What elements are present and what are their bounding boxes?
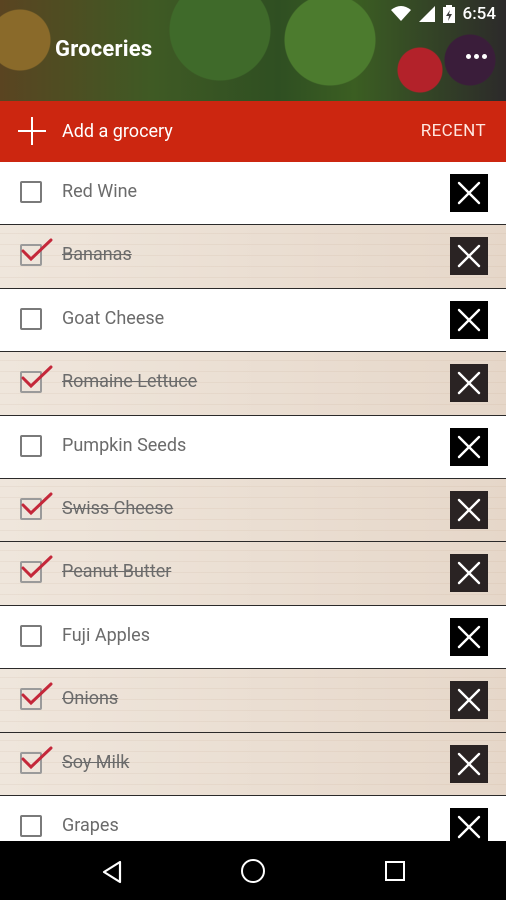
status-icons: 6:54 <box>390 4 496 24</box>
list-item[interactable]: Fuji Apples <box>0 605 506 670</box>
recent-button[interactable]: RECENT <box>421 121 486 141</box>
checkbox-icon[interactable] <box>20 624 42 647</box>
status-time: 6:54 <box>462 4 496 24</box>
delete-button[interactable] <box>450 681 488 720</box>
item-label: Onions <box>62 688 119 710</box>
close-icon <box>457 435 481 458</box>
item-label: Red Wine <box>62 181 138 202</box>
delete-button[interactable] <box>450 237 488 276</box>
item-label: Peanut Butter <box>62 561 172 583</box>
battery-icon <box>442 5 455 23</box>
checkmark-icon <box>21 555 53 579</box>
close-icon <box>457 752 481 775</box>
delete-button[interactable] <box>450 174 488 212</box>
delete-button[interactable] <box>450 300 488 339</box>
checkbox-icon[interactable] <box>20 307 42 330</box>
close-icon <box>457 688 481 712</box>
delete-button[interactable] <box>450 427 488 466</box>
item-label: Fuji Apples <box>62 624 150 646</box>
list-item[interactable]: Red Wine <box>0 162 506 226</box>
list-item[interactable]: Onions <box>0 669 506 733</box>
list-item[interactable]: Soy Milk <box>0 732 506 796</box>
wifi-icon <box>390 6 411 21</box>
delete-button[interactable] <box>450 744 488 783</box>
checkbox-icon[interactable] <box>20 181 42 203</box>
item-label: Soy Milk <box>62 751 130 773</box>
status-bar: 6:54 <box>0 0 506 30</box>
close-icon <box>457 371 481 395</box>
list-item[interactable]: Bananas <box>0 225 506 289</box>
delete-button[interactable] <box>450 364 488 403</box>
delete-button[interactable] <box>450 617 488 656</box>
close-icon <box>457 562 481 585</box>
overflow-menu-icon[interactable] <box>466 50 488 62</box>
list-item[interactable]: Goat Cheese <box>0 288 506 353</box>
plus-icon[interactable] <box>18 117 46 145</box>
signal-icon <box>418 6 435 22</box>
header: 6:54 Groceries <box>0 0 506 101</box>
recents-icon[interactable] <box>385 861 405 881</box>
checkmark-icon <box>21 238 53 262</box>
item-label: Swiss Cheese <box>62 497 174 519</box>
list-item[interactable]: Romaine Lettuce <box>0 352 506 416</box>
item-label: Pumpkin Seeds <box>62 434 187 456</box>
close-icon <box>457 181 481 205</box>
checkmark-icon <box>21 365 53 389</box>
close-icon <box>457 498 481 522</box>
list-item[interactable]: Peanut Butter <box>0 542 506 606</box>
checkbox-icon[interactable] <box>20 814 42 837</box>
close-icon <box>457 245 481 268</box>
page-title: Groceries <box>55 37 153 62</box>
checkbox-icon[interactable] <box>20 434 42 457</box>
checkmark-icon <box>21 492 53 516</box>
checkmark-icon <box>21 746 53 769</box>
list-item[interactable]: Grapes <box>0 795 506 841</box>
list-item[interactable]: Pumpkin Seeds <box>0 415 506 479</box>
checkmark-icon <box>21 682 53 706</box>
home-icon[interactable] <box>241 859 265 883</box>
item-label: Bananas <box>62 244 132 266</box>
delete-button[interactable] <box>450 554 488 593</box>
item-label: Romaine Lettuce <box>62 371 198 393</box>
item-label: Grapes <box>62 814 119 836</box>
add-grocery-bar[interactable]: Add a grocery RECENT <box>0 101 506 162</box>
grocery-list: Red Wine Bananas Goat Cheese Romaine Lettuc… <box>0 162 506 841</box>
close-icon <box>457 815 481 839</box>
back-icon[interactable] <box>100 860 124 884</box>
close-icon <box>457 308 481 331</box>
list-item[interactable]: Swiss Cheese <box>0 478 506 543</box>
item-label: Goat Cheese <box>62 307 165 329</box>
navigation-bar <box>0 841 506 900</box>
delete-button[interactable] <box>450 490 488 529</box>
close-icon <box>457 625 481 648</box>
add-grocery-label[interactable]: Add a grocery <box>62 121 173 142</box>
delete-button[interactable] <box>450 807 488 841</box>
